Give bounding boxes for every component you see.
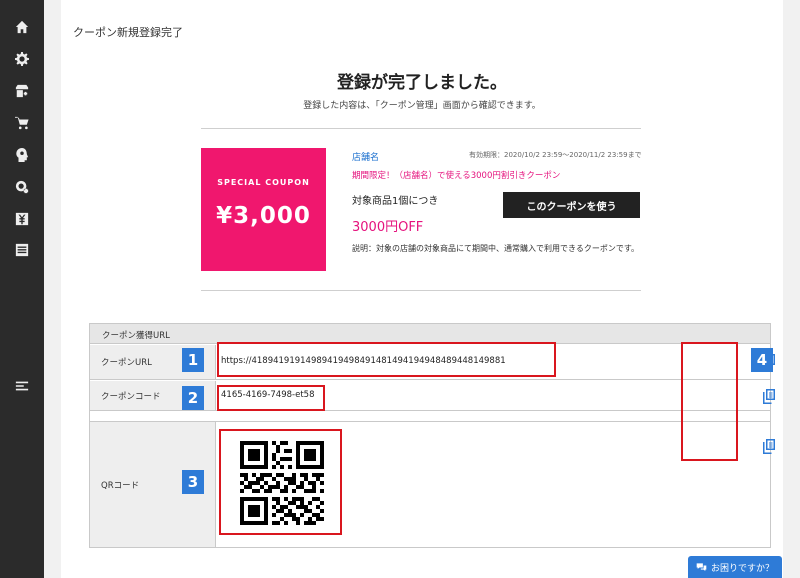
home-icon[interactable] — [13, 18, 31, 36]
content-panel: クーポン新規登録完了 登録が完了しました。 登録した内容は、「クーポン管理」画面… — [61, 0, 783, 578]
badge-4: 4 — [751, 348, 773, 372]
chat-icon — [696, 562, 707, 571]
menu-icon[interactable] — [13, 377, 31, 395]
coupon-description: 説明：対象の店舗の対象商品にて期間中、通常購入で利用できるクーポンです。 — [352, 244, 640, 253]
store-name-link[interactable]: 店舗名 — [352, 150, 379, 163]
copy-code-icon[interactable] — [761, 388, 777, 404]
completion-heading: 登録が完了しました。 — [337, 73, 507, 93]
copy-qr-icon[interactable] — [761, 438, 777, 454]
coupon-code-value[interactable]: 4165-4169-7498-et58 — [221, 390, 314, 400]
badge-2: 2 — [182, 386, 204, 410]
help-button[interactable]: お困りですか？ — [688, 556, 782, 578]
list-icon[interactable] — [13, 241, 31, 259]
head-gear-icon[interactable] — [13, 146, 31, 164]
qr-code-image — [240, 441, 324, 525]
coupon-discount: 3000円OFF — [352, 220, 424, 235]
divider-top — [201, 128, 641, 129]
store-gear-icon[interactable] — [13, 82, 31, 100]
yen-icon[interactable] — [13, 210, 31, 228]
expiry-date: 有効期限：2020/10/2 23:59～2020/11/2 23:59まで — [469, 151, 642, 159]
coupon-target: 対象商品1個につき — [352, 196, 439, 207]
help-button-label: お困りですか？ — [710, 563, 774, 574]
sidebar — [0, 0, 44, 578]
coupon-promo-text: 期間限定！（店舗名）で使える3000円割引きクーポン — [352, 171, 561, 181]
use-coupon-button[interactable]: このクーポンを使う — [503, 192, 640, 218]
gear-icon[interactable] — [13, 50, 31, 68]
coupon-label: SPECIAL COUPON — [217, 178, 310, 187]
cart-icon[interactable] — [13, 114, 31, 132]
badge-3: 3 — [182, 470, 204, 494]
badge-1: 1 — [182, 348, 204, 372]
content-area: クーポン新規登録完了 登録が完了しました。 登録した内容は、「クーポン管理」画面… — [44, 0, 800, 578]
page-title: クーポン新規登録完了 — [73, 26, 183, 39]
location-gear-icon[interactable] — [13, 178, 31, 196]
coupon-image: SPECIAL COUPON ¥3,000 — [201, 148, 326, 271]
table-header: クーポン獲得URL — [90, 324, 770, 344]
coupon-amount: ¥3,000 — [216, 203, 311, 229]
coupon-url-value[interactable]: https://41894191914989419498491481494194… — [221, 356, 506, 366]
divider-bottom — [201, 290, 641, 291]
completion-subheading: 登録した内容は、「クーポン管理」画面から確認できます。 — [303, 101, 541, 111]
